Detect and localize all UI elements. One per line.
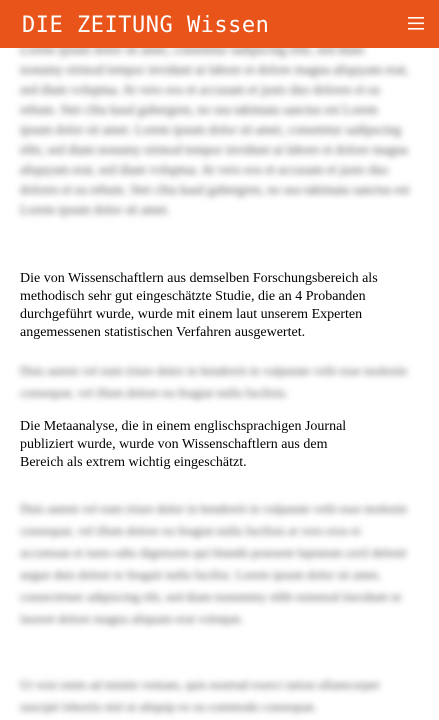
article-paragraph-study: Die von Wissenschaftlern aus demselben F… bbox=[20, 271, 378, 340]
article-paragraph-metaanalysis: Die Metaanalyse, die in einem englischsp… bbox=[20, 419, 347, 470]
blurred-paragraph-text: Duis autem vel eum iriure dolor in hendr… bbox=[20, 364, 408, 400]
hamburger-menu-icon bbox=[408, 17, 424, 30]
blurred-paragraph: Lorem ipsum dolor sit amet, consetetur s… bbox=[20, 40, 410, 260]
blurred-paragraph: Ut wisi enim ad minim veniam, quis nostr… bbox=[20, 674, 410, 720]
article-content: Lorem ipsum dolor sit amet, consetetur s… bbox=[0, 0, 439, 720]
blurred-paragraph: Duis autem vel eum iriure dolor in hendr… bbox=[20, 360, 410, 406]
page-title: DIE ZEITUNG Wissen bbox=[22, 13, 270, 38]
menu-button[interactable] bbox=[391, 0, 439, 48]
blurred-paragraph-text: Ut wisi enim ad minim veniam, quis nostr… bbox=[20, 678, 381, 714]
blurred-paragraph: Duis autem vel eum iriure dolor in hendr… bbox=[20, 498, 410, 654]
blurred-paragraph-text: Duis autem vel eum iriure dolor in hendr… bbox=[20, 502, 408, 626]
app-header: DIE ZEITUNG Wissen bbox=[0, 0, 439, 48]
blurred-paragraph-text: Lorem ipsum dolor sit amet, consetetur s… bbox=[20, 42, 410, 217]
